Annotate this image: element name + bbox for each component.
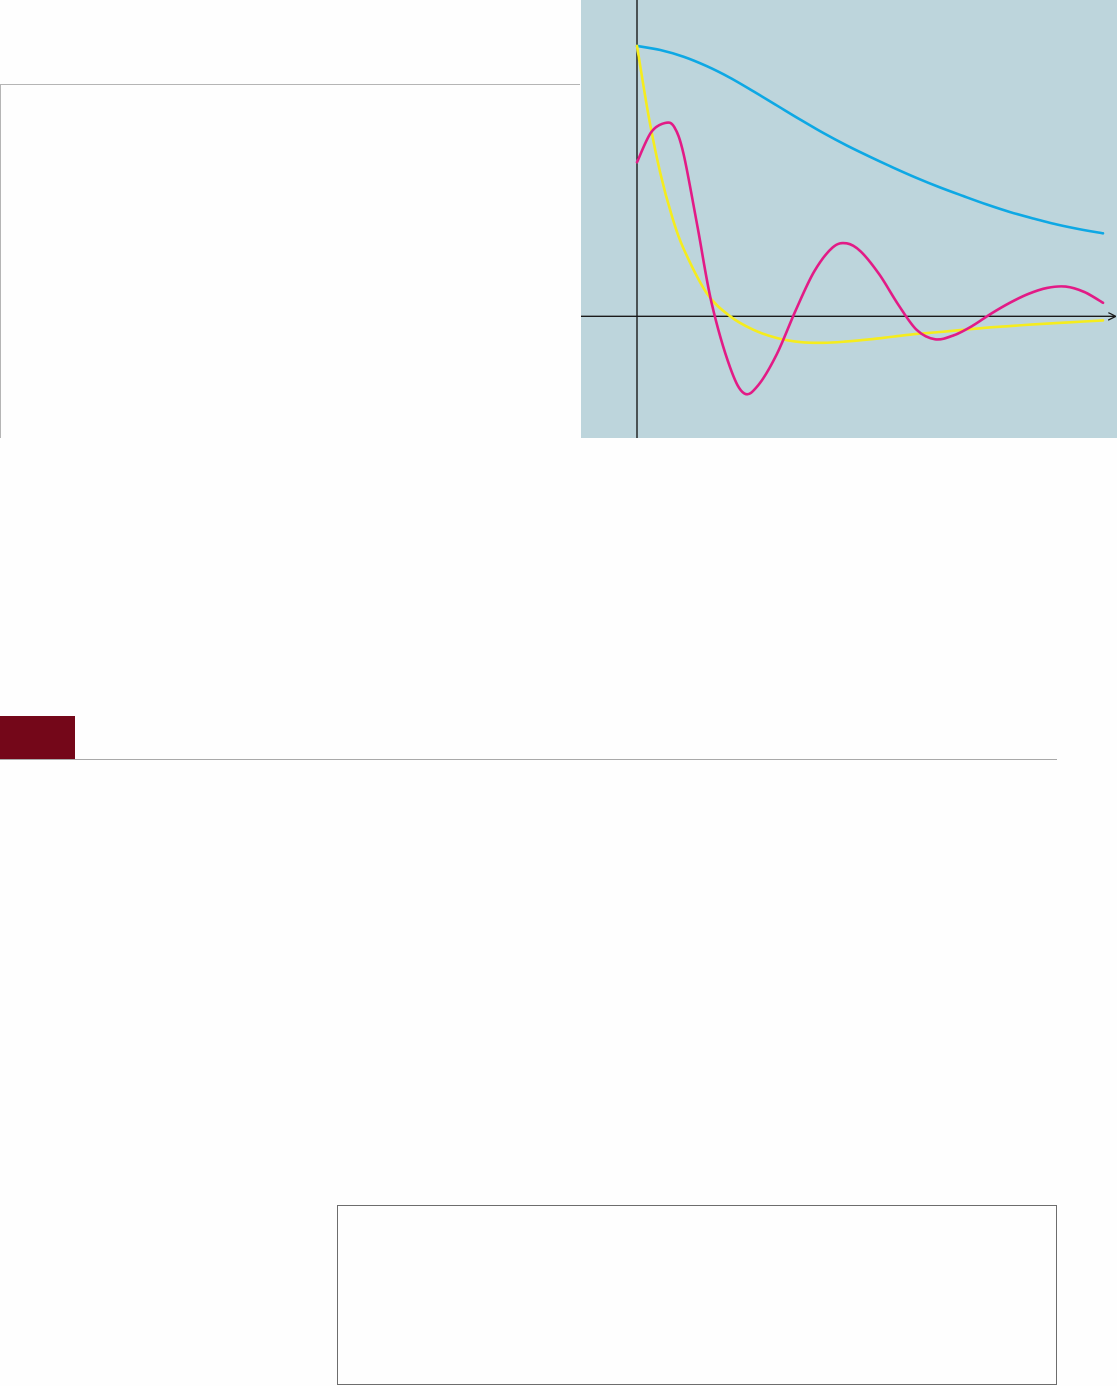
left-figure-frame bbox=[0, 84, 580, 438]
section-marker bbox=[0, 716, 75, 759]
bottom-frame bbox=[337, 1205, 1057, 1385]
chart-panel bbox=[581, 0, 1117, 438]
line-chart bbox=[581, 0, 1117, 438]
section-divider bbox=[0, 759, 1057, 760]
